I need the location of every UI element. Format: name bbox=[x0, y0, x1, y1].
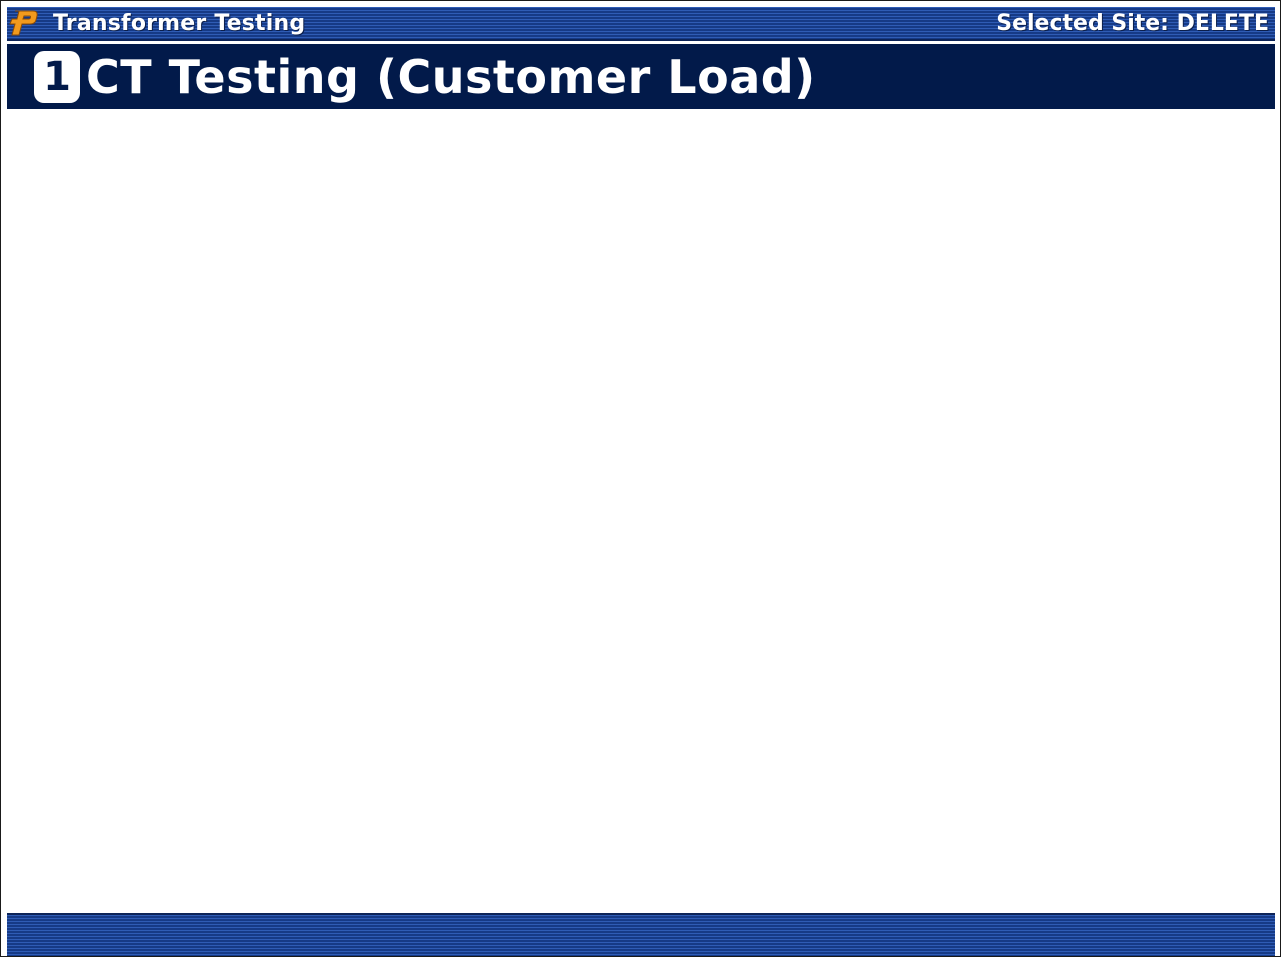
app-title: Transformer Testing bbox=[53, 10, 306, 36]
title-bar: Transformer Testing Selected Site: DELET… bbox=[7, 7, 1275, 41]
app-window: Transformer Testing Selected Site: DELET… bbox=[0, 0, 1281, 957]
p-logo-icon bbox=[7, 7, 41, 39]
page-header: 1 CT Testing (Customer Load) bbox=[7, 44, 1275, 109]
title-left-group: Transformer Testing bbox=[7, 7, 305, 39]
footer-bar bbox=[7, 913, 1275, 956]
step-number-badge: 1 bbox=[34, 50, 80, 103]
main-content-area bbox=[7, 109, 1275, 913]
page-title: CT Testing (Customer Load) bbox=[86, 49, 816, 104]
selected-site-label: Selected Site: DELETE bbox=[996, 10, 1269, 36]
